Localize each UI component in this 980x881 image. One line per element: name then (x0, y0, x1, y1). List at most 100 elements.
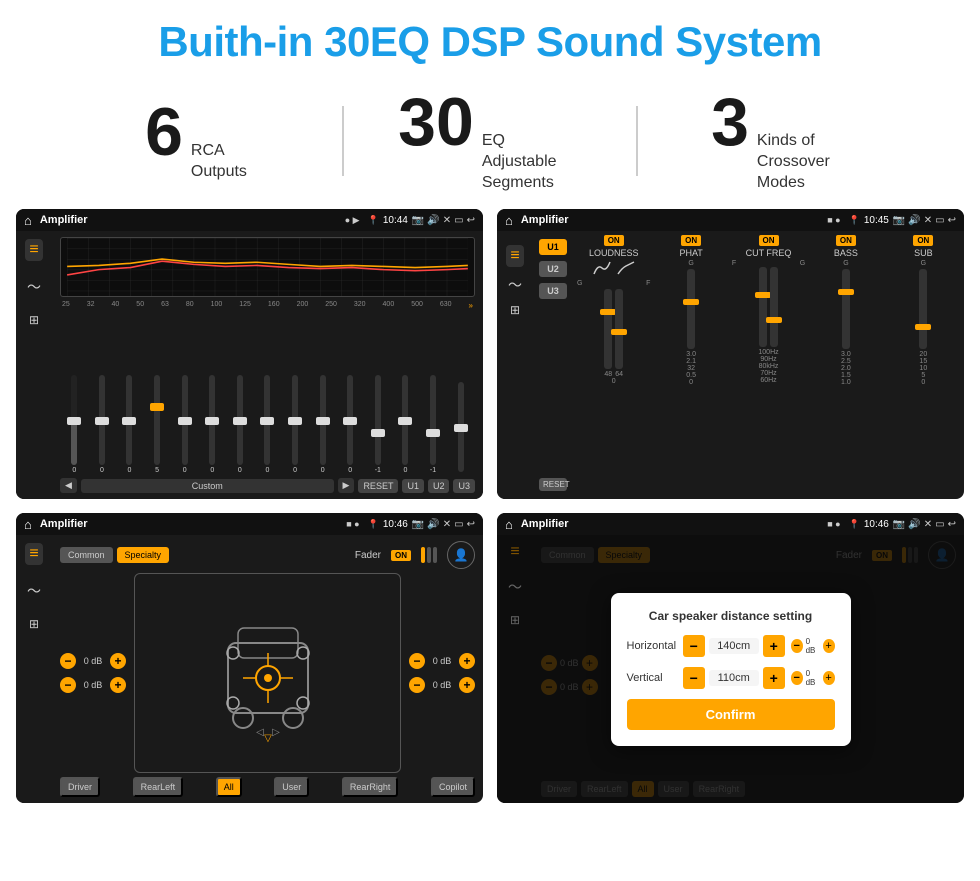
eq-status-icons: 📷 🔊 ✕ ▭ ↩ (412, 215, 475, 226)
crossover-content: ≡ 〜 ⊞ U1 U2 U3 RESET (497, 231, 964, 499)
eq-screen-card: ⌂ Amplifier ● ▶ 📍 10:44 📷 🔊 ✕ ▭ ↩ ≡ 〜 (16, 209, 483, 499)
horizontal-minus-btn[interactable]: − (683, 635, 705, 657)
crossover-time: 10:45 (864, 215, 889, 226)
dialog-content: ≡ 〜 ⊞ Common Specialty Fader ON (497, 535, 964, 803)
db1-minus[interactable]: − (60, 653, 76, 669)
bass-on[interactable]: ON (836, 235, 856, 246)
stats-row: 6 RCAOutputs 30 EQ AdjustableSegments 3 … (0, 78, 980, 209)
eq-slider-9: 0 (310, 375, 335, 474)
right-db-controls: − 0 dB + − 0 dB + (409, 653, 475, 693)
channel-cutfreq: ON CUT FREQ FG (732, 235, 805, 495)
rearleft-btn[interactable]: RearLeft (133, 777, 184, 797)
db2-plus[interactable]: + (110, 677, 126, 693)
fader-location: 📍 (368, 519, 379, 530)
confirm-button[interactable]: Confirm (627, 699, 835, 730)
eq-slider-13: -1 (421, 375, 446, 474)
specialty-tab[interactable]: Specialty (117, 547, 170, 563)
fader-sb-3[interactable]: ⊞ (29, 617, 39, 631)
loudness-label: LOUDNESS (589, 248, 639, 258)
all-btn[interactable]: All (216, 777, 242, 797)
eq-u2-btn[interactable]: U2 (428, 479, 450, 493)
eq-next-btn[interactable]: ▶ (338, 478, 355, 493)
svg-text:◁: ◁ (256, 727, 264, 738)
left-db-controls: − 0 dB + − 0 dB + (60, 653, 126, 693)
loudness-curves (592, 260, 636, 276)
eq-sidebar-btn-3[interactable]: ⊞ (29, 313, 39, 327)
u3-btn[interactable]: U3 (539, 283, 567, 299)
cutfreq-on[interactable]: ON (759, 235, 779, 246)
fader-sb-1[interactable]: ≡ (25, 543, 42, 565)
eq-slider-4: 0 (172, 375, 197, 474)
stat-text-eq: EQ AdjustableSegments (482, 131, 582, 193)
loudness-on[interactable]: ON (604, 235, 624, 246)
fader-bottom-row: Driver RearLeft All User RearRight Copil… (60, 777, 475, 797)
db-control-2: − 0 dB + (60, 677, 126, 693)
common-tab[interactable]: Common (60, 547, 113, 563)
dialog-screen-title: Amplifier (521, 518, 823, 530)
eq-sidebar-btn-1[interactable]: ≡ (25, 239, 42, 261)
crossover-reset-btn[interactable]: RESET (539, 478, 567, 491)
crossover-body: U1 U2 U3 RESET ON LOUDNESS (533, 231, 964, 499)
u1-btn[interactable]: U1 (539, 239, 567, 255)
back-icon: ↩ (467, 215, 475, 226)
dialog-status-bar: ⌂ Amplifier ■ ● 📍 10:46 📷 🔊 ✕ ▭ ↩ (497, 513, 964, 535)
db4-minus[interactable]: − (409, 677, 425, 693)
db3-minus[interactable]: − (409, 653, 425, 669)
dialog-location: 📍 (849, 519, 860, 530)
fader-pills (421, 547, 437, 563)
fader-content: ≡ 〜 ⊞ Common Specialty Fader ON (16, 535, 483, 803)
dialog-title: Car speaker distance setting (627, 609, 835, 623)
crossover-sidebar-vol[interactable]: ⊞ (510, 303, 520, 317)
db1-plus[interactable]: + (110, 653, 126, 669)
dialog-screen-card: ⌂ Amplifier ■ ● 📍 10:46 📷 🔊 ✕ ▭ ↩ ≡ 〜 (497, 513, 964, 803)
db-control-4: − 0 dB + (409, 677, 475, 693)
eq-prev-btn[interactable]: ◀ (60, 478, 77, 493)
vertical-label: Vertical (627, 672, 683, 684)
sub-on[interactable]: ON (913, 235, 933, 246)
horizontal-stepper: − 140cm + (683, 635, 785, 657)
channel-bass: ON BASS G 3.0 2.5 2.0 1.5 1.0 (809, 235, 882, 495)
stat-divider-2 (636, 106, 638, 176)
eq-slider-10: 0 (338, 375, 363, 474)
eq-slider-8: 0 (283, 375, 308, 474)
eq-slider-1: 0 (90, 375, 115, 474)
eq-preset-label: Custom (81, 479, 334, 493)
channel-phat: ON PHAT G 3.0 2.1 32 0.5 0 (654, 235, 727, 495)
copilot-btn[interactable]: Copilot (431, 777, 475, 797)
eq-sidebar-btn-2[interactable]: 〜 (27, 277, 41, 297)
crossover-screen-title: Amplifier (521, 214, 823, 226)
fader-sb-2[interactable]: 〜 (27, 581, 41, 601)
fader-on-toggle[interactable]: ON (391, 550, 411, 561)
vertical-minus-btn[interactable]: − (683, 667, 705, 689)
u2-btn[interactable]: U2 (539, 261, 567, 277)
location-icon: 📍 (368, 215, 379, 226)
db3-plus[interactable]: + (459, 653, 475, 669)
battery-icon: ▭ (454, 215, 463, 226)
driver-btn[interactable]: Driver (60, 777, 100, 797)
eq-slider-0: 0 (62, 375, 87, 474)
user-btn[interactable]: User (274, 777, 309, 797)
horizontal-plus-btn[interactable]: + (763, 635, 785, 657)
db2-minus[interactable]: − (60, 677, 76, 693)
dialog-overlay: Car speaker distance setting Horizontal … (497, 535, 964, 803)
home-icon-3: ⌂ (24, 517, 32, 532)
crossover-sidebar-eq[interactable]: ≡ (506, 245, 523, 267)
fader-user-icon[interactable]: 👤 (447, 541, 475, 569)
eq-u3-btn[interactable]: U3 (453, 479, 475, 493)
eq-main: 25 32 40 50 63 80 100 125 160 200 250 32… (52, 231, 483, 499)
eq-reset-btn[interactable]: RESET (358, 479, 398, 493)
channel-sub: ON SUB G 20 15 10 5 0 (887, 235, 960, 495)
eq-slider-6: 0 (228, 375, 253, 474)
rearright-btn[interactable]: RearRight (342, 777, 399, 797)
fader-sidebar: ≡ 〜 ⊞ (16, 535, 52, 803)
fader-status-bar: ⌂ Amplifier ■ ● 📍 10:46 📷 🔊 ✕ ▭ ↩ (16, 513, 483, 535)
phat-on[interactable]: ON (681, 235, 701, 246)
vertical-plus-btn[interactable]: + (763, 667, 785, 689)
db4-plus[interactable]: + (459, 677, 475, 693)
eq-u1-btn[interactable]: U1 (402, 479, 424, 493)
horizontal-value: 140cm (709, 638, 759, 654)
crossover-sidebar-wave[interactable]: 〜 (508, 275, 522, 295)
dialog-dots: ■ ● (827, 519, 840, 529)
right-db-dialog-2: − 0 dB + (791, 669, 835, 687)
eq-slider-5: 0 (200, 375, 225, 474)
